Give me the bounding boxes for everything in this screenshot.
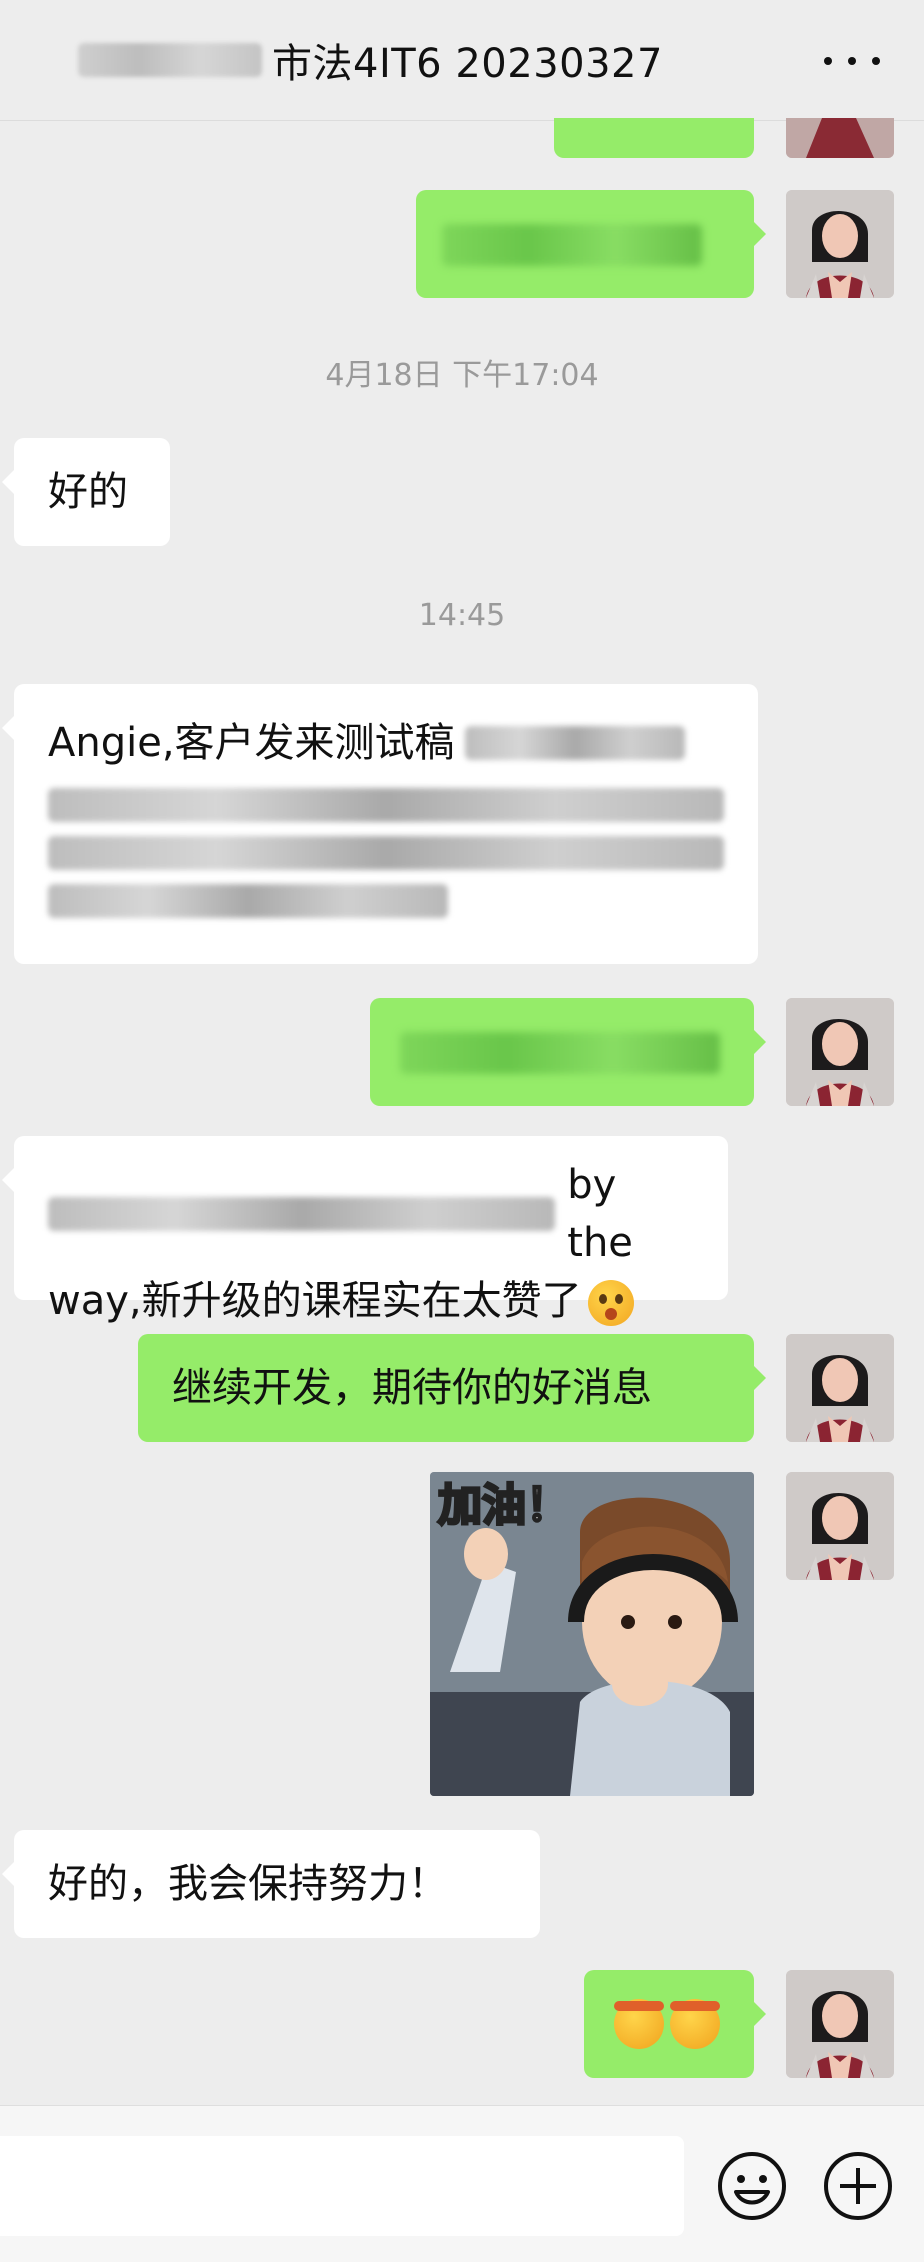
cheer-emoji-icon (614, 1999, 664, 2049)
outgoing-message[interactable] (370, 998, 766, 1106)
blurred-text (48, 1197, 556, 1231)
outgoing-message[interactable] (416, 190, 766, 298)
message-text: 好的，我会保持努力！ (48, 1861, 448, 1907)
timestamp: 4月18日 下午17:04 (325, 358, 599, 393)
message-text: by the (567, 1162, 633, 1266)
outgoing-message[interactable] (584, 1970, 766, 2078)
message-bubble-partial[interactable] (554, 118, 754, 158)
blurred-text (48, 836, 724, 870)
avatar[interactable] (786, 190, 894, 298)
smiley-icon[interactable] (716, 2150, 788, 2222)
message-input[interactable] (0, 2136, 684, 2236)
timestamp: 14:45 (418, 598, 506, 633)
avatar[interactable] (786, 1334, 894, 1442)
chat-area[interactable]: 4月18日 下午17:04 好的 14:45 Angie,客户发来测试稿 by … (0, 0, 924, 2105)
blurred-text (48, 884, 448, 918)
message-text: 好的 (48, 469, 128, 515)
incoming-message[interactable]: 好的 (2, 438, 170, 546)
surprised-emoji-icon (587, 1280, 634, 1326)
message-text: way,新升级的课程实在太赞了 (48, 1278, 582, 1324)
incoming-message[interactable]: Angie,客户发来测试稿 (2, 684, 758, 964)
outgoing-message[interactable]: 继续开发，期待你的好消息 (138, 1334, 766, 1442)
avatar[interactable] (786, 1472, 894, 1580)
blurred-text (400, 1032, 720, 1074)
input-toolbar (0, 2105, 924, 2262)
message-text: 继续开发，期待你的好消息 (172, 1365, 652, 1411)
blurred-text (442, 224, 702, 266)
avatar[interactable] (786, 998, 894, 1106)
plus-circle-icon[interactable] (822, 2150, 894, 2222)
cheer-emoji-icon (670, 1999, 720, 2049)
blurred-text (464, 726, 685, 760)
incoming-message[interactable]: by the way,新升级的课程实在太赞了 (2, 1136, 728, 1326)
sticker-caption: 加油！ (437, 1479, 572, 1533)
sticker-image[interactable]: 加油！ (430, 1472, 754, 1796)
avatar[interactable] (786, 1970, 894, 2078)
message-text: Angie,客户发来测试稿 (48, 720, 455, 766)
incoming-message[interactable]: 好的，我会保持努力！ (2, 1830, 540, 1938)
avatar[interactable] (786, 118, 894, 158)
blurred-text (48, 788, 724, 822)
